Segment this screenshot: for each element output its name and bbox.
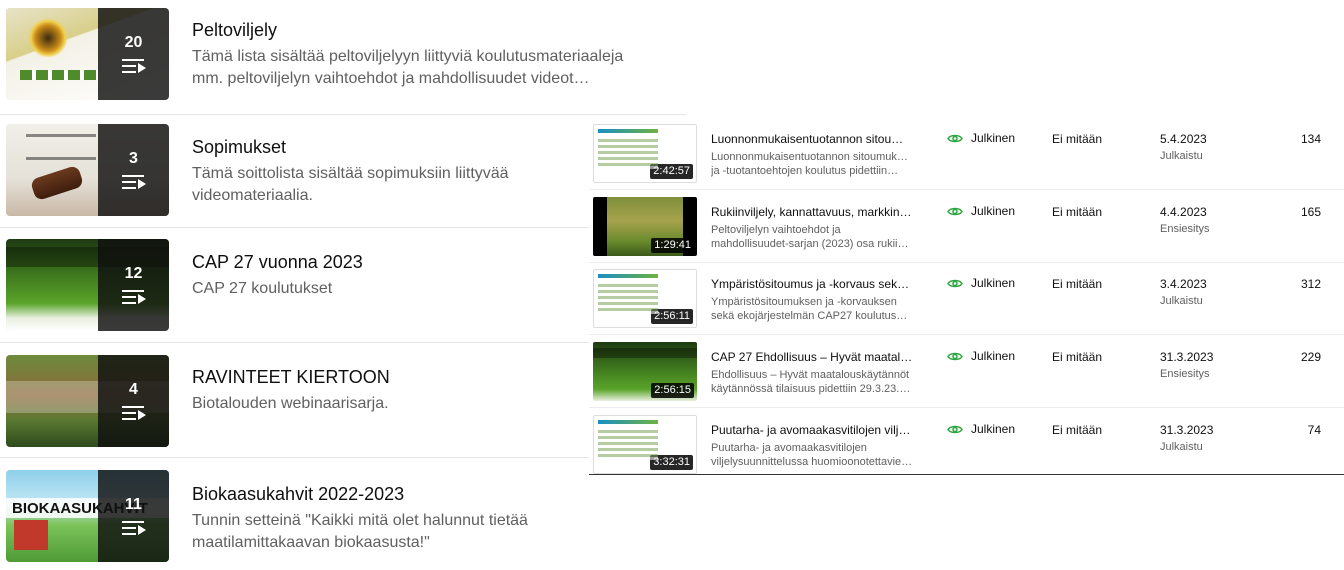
video-duration: 3:32:31 [650,455,693,470]
video-thumbnail[interactable]: 1:29:41 [593,197,697,256]
video-status: Julkaistu [1160,295,1203,307]
playlist-info: Biokaasukahvit 2022-2023 Tunnin setteinä… [192,482,662,554]
restrictions: Ei mitään [1052,277,1103,291]
playlist-title[interactable]: Biokaasukahvit 2022-2023 [192,482,662,506]
video-date: 31.3.2023 [1160,423,1214,437]
visibility-label: Julkinen [971,204,1016,218]
playlist-item[interactable]: 12 CAP 27 vuonna 2023 CAP 27 koulutukset [0,228,686,343]
view-count: 134 [1300,132,1321,146]
video-status: Ensiesitys [1160,368,1210,380]
view-count: 165 [1300,205,1321,219]
visibility-label: Julkinen [971,131,1016,145]
video-duration: 2:42:57 [650,164,693,179]
playlist-title[interactable]: Peltoviljely [192,18,662,42]
playlist-thumbnail[interactable]: 20 [6,8,169,100]
playlist-thumbnail[interactable]: 12 [6,239,169,331]
eye-icon [947,279,963,288]
playlist-thumbnail[interactable]: 4 [6,355,169,447]
playlist-thumbnail[interactable]: BIOKAASUKAHVIT 11 [6,470,169,562]
video-title[interactable]: Puutarha- ja avomaakasvitilojen viljely… [711,423,913,438]
video-title[interactable]: Luonnonmukaisentuotannon sitoumus… [711,132,913,147]
visibility-selector[interactable]: Julkinen [947,204,1015,219]
playlist-count-overlay: 11 [98,470,169,562]
view-count: 312 [1300,277,1321,291]
playlist-video-count: 3 [129,150,138,167]
video-date: 31.3.2023 [1160,350,1214,364]
playlist-video-count: 20 [124,34,143,51]
playlist-count-overlay: 12 [98,239,169,331]
eye-icon [947,425,963,434]
playlist-icon [121,57,146,75]
playlist-item[interactable]: 4 RAVINTEET KIERTOON Biotalouden webinaa… [0,343,686,458]
video-row[interactable]: 2:56:11 Ympäristösitoumus ja -korvaus se… [589,263,1344,335]
playlist-info: Peltoviljely Tämä lista sisältää peltovi… [192,18,662,90]
video-description: Puutarha- ja avomaakasvitilojen viljelys… [711,442,913,468]
video-table: 2:42:57 Luonnonmukaisentuotannon sitoumu… [589,118,1344,475]
video-title[interactable]: CAP 27 Ehdollisuus – Hyvät maatalou… [711,350,913,365]
video-title[interactable]: Rukiinviljely, kannattavuus, markkinat j… [711,205,913,220]
playlist-video-count: 11 [125,496,142,513]
playlist-count-overlay: 20 [98,8,169,100]
video-description: Luonnonmukaisentuotannon sitoumuksen ja … [711,151,913,177]
video-status: Julkaistu [1160,150,1203,162]
video-row[interactable]: 3:32:31 Puutarha- ja avomaakasvitilojen … [589,409,1344,481]
playlist-description: Tunnin setteinä "Kaikki mitä olet halunn… [192,512,528,551]
video-row[interactable]: 1:29:41 Rukiinviljely, kannattavuus, mar… [589,191,1344,263]
divider [589,407,1344,408]
visibility-label: Julkinen [971,349,1016,363]
table-bottom-border [589,474,1344,475]
video-row[interactable]: 2:56:15 CAP 27 Ehdollisuus – Hyvät maata… [589,336,1344,408]
video-date: 5.4.2023 [1160,132,1207,146]
playlist-item[interactable]: 20 Peltoviljely Tämä lista sisältää pelt… [0,0,686,115]
divider [589,189,1344,190]
eye-icon [947,207,963,216]
playlist-icon [121,173,146,191]
playlist-count-overlay: 3 [98,124,169,216]
video-description: Peltoviljelyn vaihtoehdot ja mahdollisuu… [711,224,913,250]
video-thumbnail[interactable]: 2:42:57 [593,124,697,183]
playlist-item[interactable]: BIOKAASUKAHVIT 11 Biokaasukahvit 2022-20… [0,458,686,570]
restrictions: Ei mitään [1052,205,1103,219]
video-duration: 1:29:41 [651,238,694,253]
playlist-item[interactable]: 3 Sopimukset Tämä soittolista sisältää s… [0,113,686,228]
video-date: 4.4.2023 [1160,205,1207,219]
view-count: 74 [1307,423,1321,437]
video-duration: 2:56:15 [651,383,694,398]
video-status: Ensiesitys [1160,223,1210,235]
playlist-thumbnail[interactable]: 3 [6,124,169,216]
playlist-video-count: 4 [129,381,138,398]
view-count: 229 [1300,350,1321,364]
video-thumbnail[interactable]: 2:56:15 [593,342,697,401]
visibility-label: Julkinen [971,276,1016,290]
playlist-icon [121,519,146,537]
eye-icon [947,134,963,143]
video-duration: 2:56:11 [651,309,693,324]
visibility-selector[interactable]: Julkinen [947,131,1015,146]
playlist-icon [121,404,146,422]
restrictions: Ei mitään [1052,132,1103,146]
playlist-icon [121,288,146,306]
visibility-selector[interactable]: Julkinen [947,349,1015,364]
video-status: Julkaistu [1160,441,1203,453]
playlist-video-count: 12 [124,265,143,282]
video-row[interactable]: 2:42:57 Luonnonmukaisentuotannon sitoumu… [589,118,1344,190]
video-description: Ehdollisuus – Hyvät maatalouskäytännöt k… [711,369,911,395]
visibility-selector[interactable]: Julkinen [947,276,1015,291]
restrictions: Ei mitään [1052,423,1103,437]
divider [589,334,1344,335]
video-thumbnail[interactable]: 2:56:11 [593,269,697,328]
visibility-selector[interactable]: Julkinen [947,422,1015,437]
video-date: 3.4.2023 [1160,277,1207,291]
playlist-count-overlay: 4 [98,355,169,447]
visibility-label: Julkinen [971,422,1016,436]
video-thumbnail[interactable]: 3:32:31 [593,415,697,474]
eye-icon [947,352,963,361]
restrictions: Ei mitään [1052,350,1103,364]
video-title[interactable]: Ympäristösitoumus ja -korvaus sekä e… [711,277,913,292]
playlist-description: Tämä lista sisältää peltoviljelyyn liitt… [192,48,624,87]
playlist-list: 20 Peltoviljely Tämä lista sisältää pelt… [0,0,686,570]
video-description: Ympäristösitoumuksen ja -korvauksen sekä… [711,296,908,322]
